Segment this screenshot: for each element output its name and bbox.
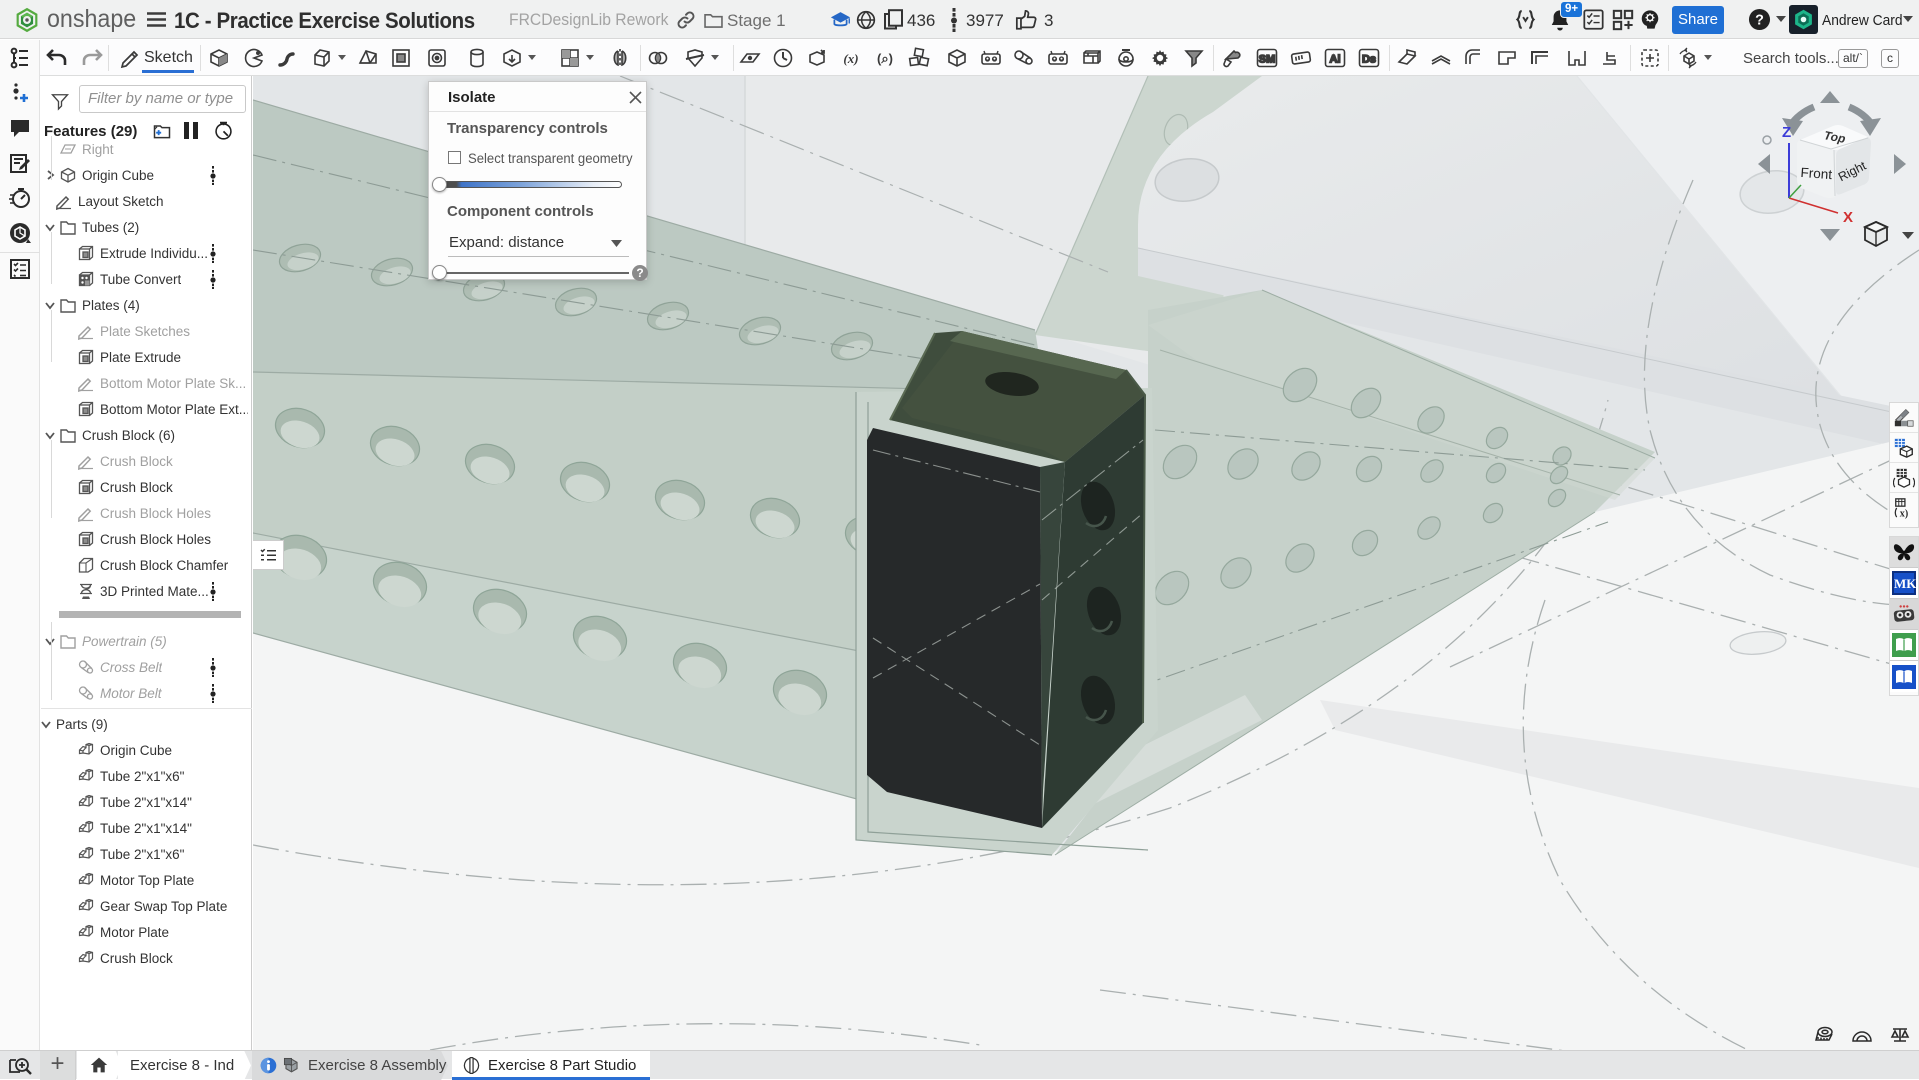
svg-text:Z: Z	[1782, 124, 1791, 141]
svg-text:Ai: Ai	[1330, 54, 1341, 66]
svg-text:(x): (x)	[843, 51, 858, 66]
svg-text:●●●: ●●●	[1899, 604, 1909, 610]
svg-text:X: X	[1843, 209, 1853, 226]
svg-text:x): x)	[1900, 508, 1908, 519]
svg-text:SM: SM	[1259, 54, 1276, 66]
svg-text:(⌕): (⌕)	[877, 51, 893, 66]
svg-text:Ds: Ds	[1362, 54, 1376, 66]
svg-text:?: ?	[1755, 12, 1764, 28]
svg-text:Front: Front	[1800, 165, 1833, 182]
